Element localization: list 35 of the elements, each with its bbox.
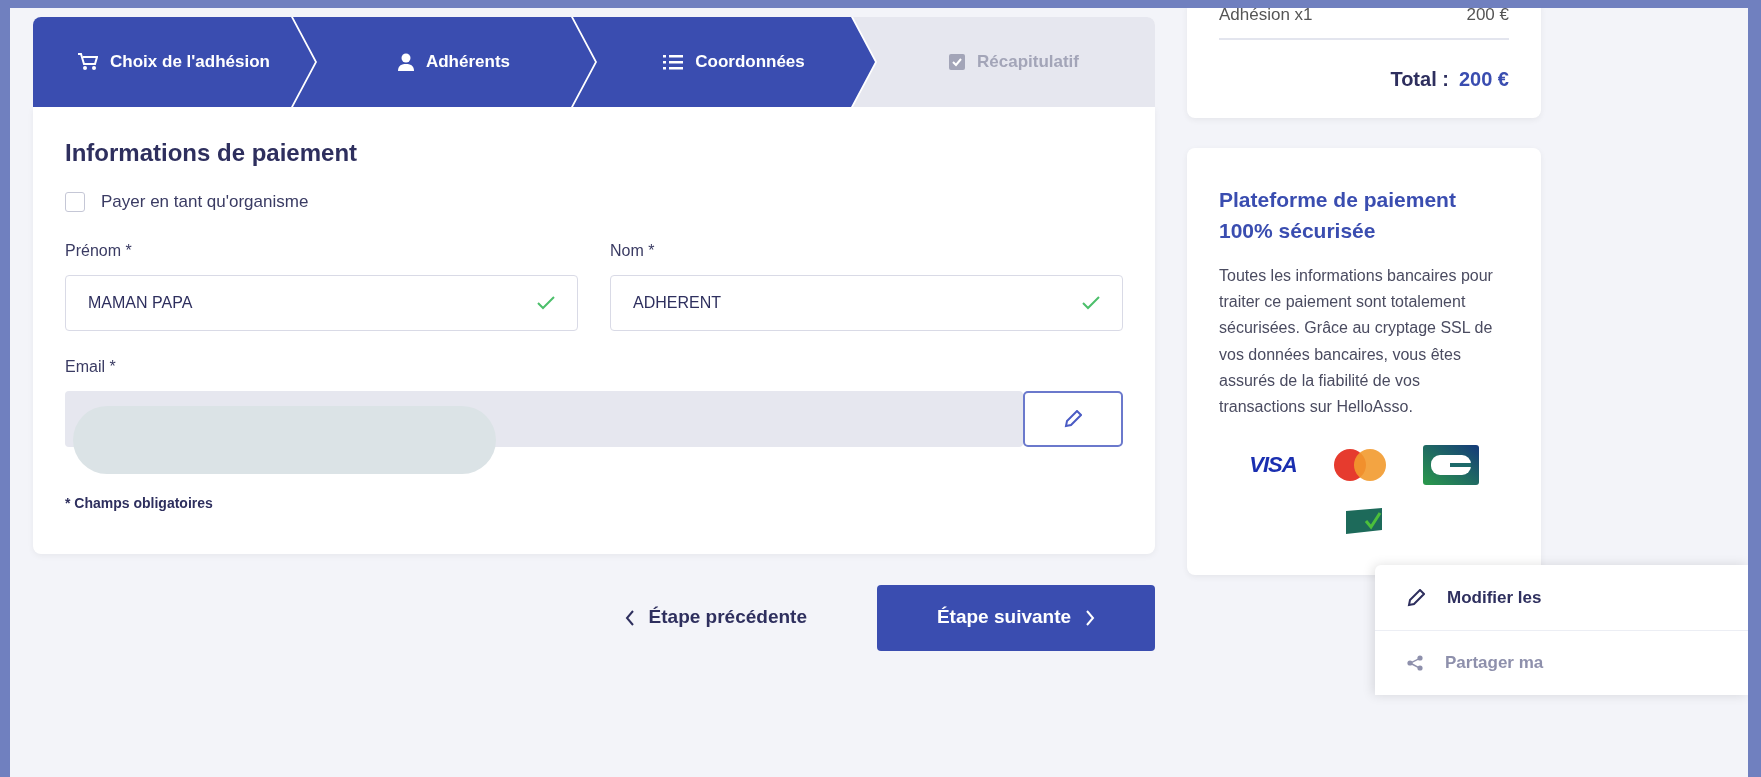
security-badge-icon [1344,506,1384,535]
form-title: Informations de paiement [65,138,359,168]
input-field[interactable]: MAMAN PAPA [65,274,578,331]
security-text: Toutes les informations bancaires pour traiter ce paiement sont totalement sécurisées. Grâce au cryptage SSL de vos données bancaires, vous êtes assurés de la fiabilité de vos transactions sur HelloAsso. [1219,265,1494,418]
total-label: Total : [1390,66,1449,92]
person-icon [397,53,414,71]
checkbox-label[interactable]: Payer en tant qu'organisme [101,189,309,215]
list-icon [663,54,684,70]
pencil-icon [1407,588,1425,607]
chevron-left-icon [624,609,635,626]
progress-step[interactable]: Adhérents [293,17,595,107]
pencil-icon [1064,409,1082,428]
edit-button[interactable] [1023,390,1123,447]
checkbox[interactable] [65,191,85,212]
total-amount: 200 € [1458,66,1509,92]
chevron-right-icon [1085,609,1096,626]
visa-logo: VISA [1249,451,1297,480]
mastercard-logo [1332,447,1387,482]
note-text: * Champs obligatoires [65,493,214,513]
cart-icon [78,53,99,71]
input-field[interactable]: ADHERENT [610,274,1123,331]
progress-step[interactable]: Choix de l'adhésion [33,17,315,107]
card-network-logo [1422,444,1479,485]
field-label: Nom * [610,240,656,261]
share-icon [1407,655,1423,671]
line-item-amount: 200 € [1466,8,1509,26]
checkbox-icon [949,54,965,70]
field-label: Email * [65,356,117,377]
line-item-label: Adhésion x1 [1219,8,1313,26]
menu-item[interactable]: Modifier les [1375,565,1748,630]
security-title: Plateforme de paiement 100% sécurisée [1219,186,1457,244]
previous-step-button[interactable]: Étape précédente [618,602,813,633]
next-step-button[interactable]: Étape suivante [877,584,1155,651]
progress-step[interactable]: Coordonnées [573,17,875,107]
field-label: Prénom * [65,240,133,261]
